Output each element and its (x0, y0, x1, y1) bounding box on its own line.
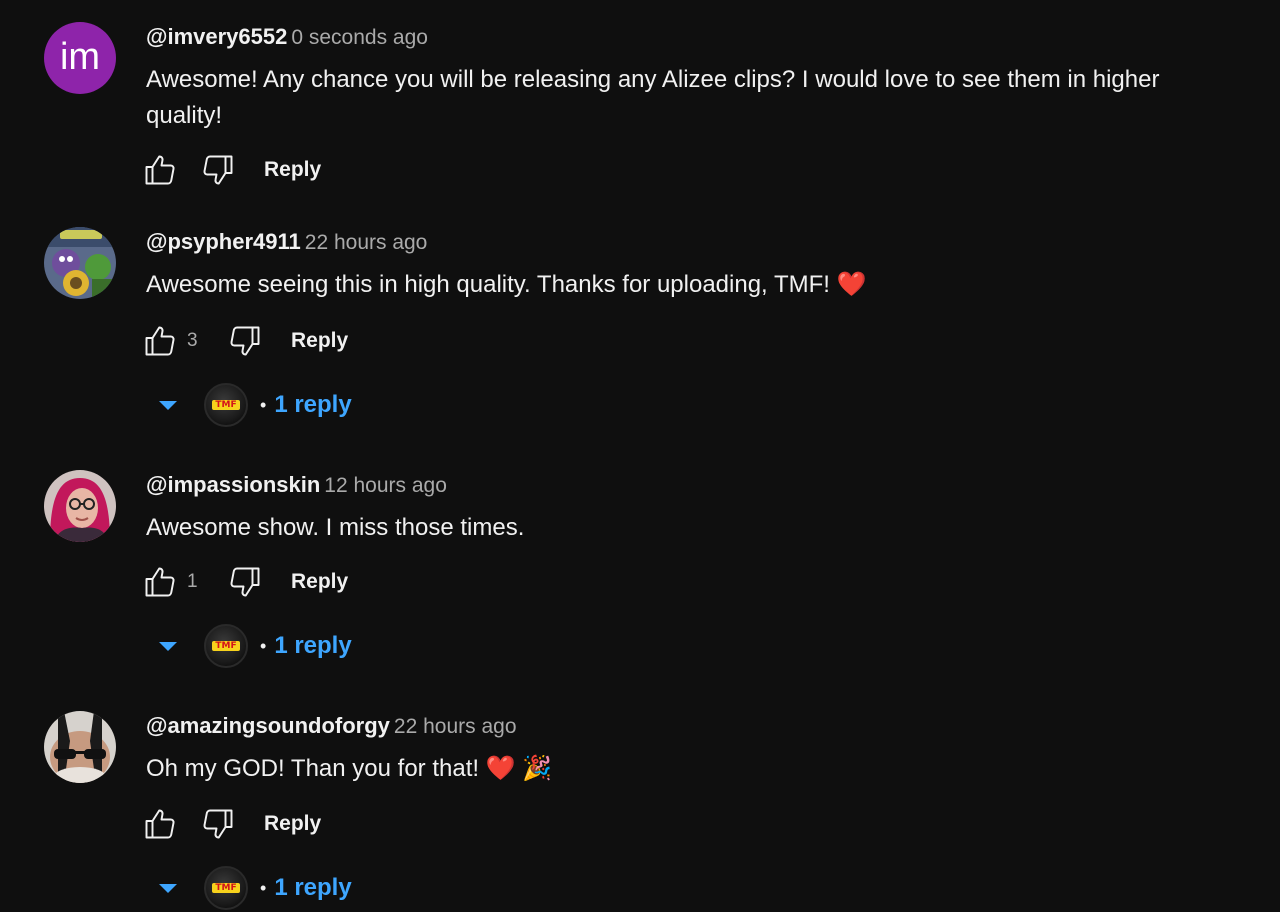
reply-author-avatar: TMF (204, 866, 248, 910)
comment-time[interactable]: 0 seconds ago (291, 26, 428, 49)
dislike-button[interactable] (225, 321, 265, 361)
thumbs-up-icon (145, 567, 175, 597)
dislike-button[interactable] (198, 150, 238, 190)
comment-author[interactable]: @impassionskin (146, 472, 320, 497)
reply-count[interactable]: 1 reply (274, 632, 351, 660)
comment-toolbar: Reply (140, 804, 321, 844)
comments-section: im @imvery6552 0 seconds ago Awesome! Any… (0, 0, 1280, 912)
comment-text: Awesome show. I miss those times. (146, 514, 525, 541)
comment-text: Awesome seeing this in high quality. Tha… (146, 271, 867, 298)
comment-header: @imvery6552 0 seconds ago (146, 24, 428, 50)
comment-toolbar: 3 Reply (140, 321, 348, 361)
chevron-down-icon (159, 883, 177, 893)
comment-time[interactable]: 22 hours ago (394, 715, 517, 738)
reply-button[interactable]: Reply (291, 329, 348, 353)
like-button[interactable] (140, 562, 180, 602)
profile-photo-avatar (44, 711, 116, 783)
game-artwork-avatar (44, 227, 116, 299)
comment-author[interactable]: @amazingsoundoforgy (146, 713, 390, 738)
avatar[interactable] (44, 470, 116, 542)
comment-header: @impassionskin 12 hours ago (146, 472, 447, 498)
reply-count[interactable]: 1 reply (274, 874, 351, 902)
comment-author[interactable]: @psypher4911 (146, 229, 301, 254)
avatar[interactable] (44, 711, 116, 783)
reply-button[interactable]: Reply (291, 570, 348, 594)
tmf-logo: TMF (212, 400, 240, 410)
like-count: 3 (187, 330, 198, 351)
like-button[interactable] (140, 321, 180, 361)
view-replies-button[interactable]: TMF • 1 reply (150, 381, 352, 429)
comment-author[interactable]: @imvery6552 (146, 24, 287, 49)
comment-toolbar: Reply (140, 150, 321, 190)
profile-photo-avatar (44, 470, 116, 542)
reply-button[interactable]: Reply (264, 158, 321, 182)
view-replies-button[interactable]: TMF • 1 reply (150, 622, 352, 670)
reply-author-avatar: TMF (204, 624, 248, 668)
comment-toolbar: 1 Reply (140, 562, 348, 602)
chevron-down-icon (159, 641, 177, 651)
comment-time[interactable]: 12 hours ago (324, 474, 447, 497)
comment-time[interactable]: 22 hours ago (305, 231, 428, 254)
separator-dot: • (260, 394, 267, 415)
thumbs-down-icon (230, 567, 260, 597)
separator-dot: • (260, 635, 267, 656)
like-button[interactable] (140, 804, 180, 844)
comment-text: Awesome! Any chance you will be releasin… (146, 66, 1160, 129)
tmf-logo: TMF (212, 641, 240, 651)
reply-author-avatar: TMF (204, 383, 248, 427)
dislike-button[interactable] (225, 562, 265, 602)
like-count: 1 (187, 571, 198, 592)
thumbs-up-icon (145, 809, 175, 839)
avatar[interactable]: im (44, 22, 116, 94)
avatar[interactable] (44, 227, 116, 299)
tmf-logo: TMF (212, 883, 240, 893)
chevron-down-icon (159, 400, 177, 410)
like-button[interactable] (140, 150, 180, 190)
thumbs-down-icon (230, 326, 260, 356)
comment-header: @psypher4911 22 hours ago (146, 229, 427, 255)
dislike-button[interactable] (198, 804, 238, 844)
thumbs-down-icon (203, 809, 233, 839)
reply-count[interactable]: 1 reply (274, 391, 351, 419)
comment-header: @amazingsoundoforgy 22 hours ago (146, 713, 517, 739)
thumbs-up-icon (145, 326, 175, 356)
thumbs-up-icon (145, 155, 175, 185)
separator-dot: • (260, 877, 267, 898)
thumbs-down-icon (203, 155, 233, 185)
view-replies-button[interactable]: TMF • 1 reply (150, 864, 352, 912)
comment-text: Oh my GOD! Than you for that! ❤️ 🎉 (146, 755, 553, 782)
reply-button[interactable]: Reply (264, 812, 321, 836)
